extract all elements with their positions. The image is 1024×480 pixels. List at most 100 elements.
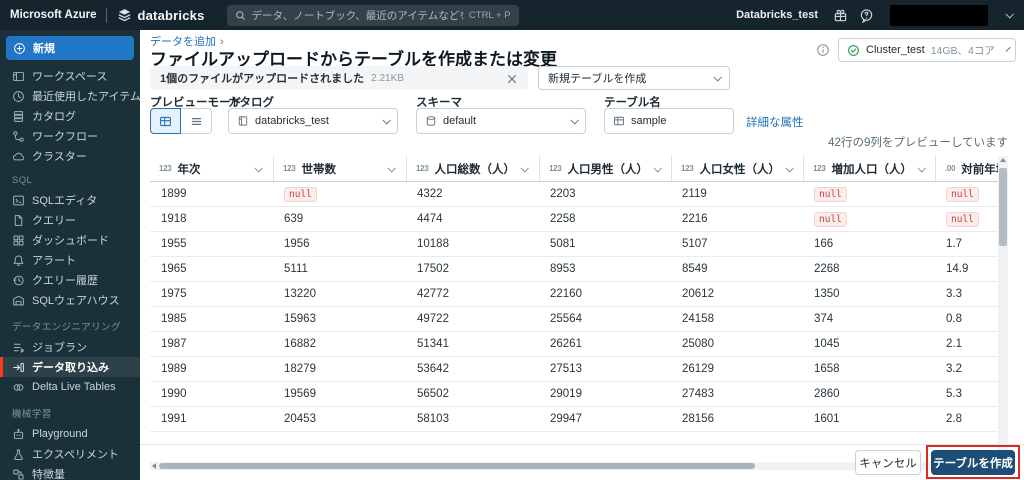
table-cell: 2.8 <box>946 413 962 425</box>
column-header-5[interactable]: 123 増加人口（人） <box>803 156 935 181</box>
sidebar-item-label: ダッシュボード <box>32 235 109 247</box>
scroll-up-icon[interactable] <box>1000 158 1006 162</box>
table-mode-select[interactable]: 新規テーブルを作成 <box>538 66 730 90</box>
sidebar-item-label: カタログ <box>32 111 76 123</box>
sidebar-item-history[interactable]: クエリー履歴 <box>0 270 140 290</box>
sidebar-item-label: クエリー履歴 <box>32 275 98 287</box>
databricks-logo[interactable]: databricks <box>117 8 204 23</box>
workspace-icon <box>13 71 24 81</box>
sidebar-item-sql-editor[interactable]: SQLエディタ <box>0 190 140 210</box>
table-cell: 25080 <box>682 338 714 350</box>
table-cell: 10188 <box>417 238 449 250</box>
column-header-6[interactable]: .00 対前年増加率 <box>935 156 998 181</box>
history-icon <box>13 275 24 285</box>
info-icon[interactable] <box>816 43 830 57</box>
sidebar-item-job-runs[interactable]: ジョブラン <box>0 337 140 357</box>
table-cell: 49722 <box>417 313 449 325</box>
table-row: 1985 15963 49722 25564 24158 374 0.8 <box>150 307 998 332</box>
sidebar-item-clock[interactable]: 最近使用したアイテム <box>0 86 140 106</box>
vertical-scroll-thumb[interactable] <box>999 168 1007 246</box>
column-header-0[interactable]: 123 年次 <box>150 156 273 181</box>
table-cell: null <box>273 186 406 202</box>
table-row: 1955 1956 10188 5081 5107 166 1.7 <box>150 232 998 257</box>
create-table-button[interactable]: テーブルを作成 <box>931 450 1015 475</box>
sidebar-item-query[interactable]: クエリー <box>0 210 140 230</box>
gift-icon[interactable] <box>832 7 848 23</box>
databricks-wordmark: databricks <box>137 7 205 23</box>
table-row: 1987 16882 51341 26261 25080 1045 2.1 <box>150 332 998 357</box>
vertical-scrollbar[interactable] <box>998 156 1008 462</box>
schema-select[interactable]: default <box>416 108 586 134</box>
cluster-selector[interactable]: Cluster_test 14GB、4コア <box>838 38 1016 62</box>
sidebar-item-workflow[interactable]: ワークフロー <box>0 126 140 146</box>
account-chevron-down-icon[interactable] <box>1005 10 1014 19</box>
table-cell: 25564 <box>550 313 582 325</box>
list-view-toggle[interactable] <box>181 108 212 134</box>
schema-icon <box>426 116 436 126</box>
column-menu-chevron-icon[interactable] <box>917 163 926 173</box>
table-cell: 2860 <box>814 388 840 400</box>
table-cell: 1601 <box>814 413 840 425</box>
user-account-redacted[interactable] <box>890 4 988 26</box>
column-header-1[interactable]: 123 世帯数 <box>273 156 406 181</box>
table-cell: 166 <box>814 238 834 250</box>
cluster-running-check-icon <box>848 44 859 56</box>
table-cell: null <box>935 211 998 227</box>
close-icon[interactable] <box>506 72 518 84</box>
warehouse-icon <box>13 295 24 305</box>
table-cell: 56502 <box>417 388 449 400</box>
column-menu-chevron-icon[interactable] <box>254 163 263 173</box>
column-menu-chevron-icon[interactable] <box>785 163 794 173</box>
catalog-icon <box>13 110 24 122</box>
delta-live-tables-icon <box>13 383 24 391</box>
table-view-toggle[interactable] <box>150 108 181 134</box>
scroll-left-icon[interactable] <box>152 463 156 469</box>
column-header-4[interactable]: 123 人口女性（人） <box>671 156 803 181</box>
sidebar-section-label: データエンジニアリング <box>12 322 121 333</box>
column-menu-chevron-icon[interactable] <box>653 163 662 173</box>
advanced-attributes-link[interactable]: 詳細な属性 <box>746 114 804 130</box>
table-row: 1965 5111 17502 8953 8549 2268 14.9 <box>150 257 998 282</box>
global-search-input[interactable]: データ、ノートブック、最近のアイテムなどを検索... CTRL + P <box>226 4 519 26</box>
sidebar-item-warehouse[interactable]: SQLウェアハウス <box>0 290 140 310</box>
table-cell: 8549 <box>682 263 708 275</box>
column-menu-chevron-icon[interactable] <box>387 163 396 173</box>
table-name-input[interactable]: sample <box>604 108 734 134</box>
table-cell: 51341 <box>417 338 449 350</box>
column-menu-chevron-icon[interactable] <box>520 163 529 173</box>
table-cell: 24158 <box>682 313 714 325</box>
cancel-button[interactable]: キャンセル <box>855 450 921 475</box>
sidebar-item-catalog[interactable]: カタログ <box>0 106 140 126</box>
column-type-icon: 123 <box>159 164 172 173</box>
column-name: 対前年増加率 <box>961 163 998 176</box>
sidebar-item-plus-circle[interactable]: 新規 <box>6 36 134 60</box>
sidebar-item-playground[interactable]: Playground <box>0 424 140 444</box>
column-header-2[interactable]: 123 人口総数（人） <box>406 156 539 181</box>
help-icon[interactable] <box>858 7 874 23</box>
dashboard-icon <box>13 235 24 245</box>
table-cell: 1987 <box>161 338 187 350</box>
table-cell: 5081 <box>550 238 576 250</box>
column-name: 人口女性（人） <box>699 163 780 176</box>
sidebar-item-data-ingestion[interactable]: データ取り込み <box>0 357 140 377</box>
sidebar-item-workspace[interactable]: ワークスペース <box>0 66 140 86</box>
catalog-icon <box>238 116 248 126</box>
table-cell: 0.8 <box>946 313 962 325</box>
sidebar-item-feature-store[interactable]: 特徴量 <box>0 464 140 480</box>
sidebar-item-cloud[interactable]: クラスター <box>0 146 140 166</box>
cluster-chevron-down-icon <box>1005 46 1011 52</box>
column-name: 年次 <box>177 163 201 176</box>
sidebar-section-label: 機械学習 <box>12 409 52 420</box>
table-cell: 16882 <box>284 338 316 350</box>
table-cell: 26261 <box>550 338 582 350</box>
catalog-select[interactable]: databricks_test <box>228 108 398 134</box>
table-icon <box>614 116 624 126</box>
plus-circle-icon <box>14 42 25 54</box>
column-type-icon: 123 <box>813 164 826 173</box>
sidebar-item-dashboard[interactable]: ダッシュボード <box>0 230 140 250</box>
sidebar-item-bell[interactable]: アラート <box>0 250 140 270</box>
column-header-3[interactable]: 123 人口男性（人） <box>539 156 671 181</box>
sidebar-item-experiment[interactable]: エクスペリメント <box>0 444 140 464</box>
sidebar-item-delta-live-tables[interactable]: Delta Live Tables <box>0 377 140 397</box>
horizontal-scroll-thumb[interactable] <box>159 463 755 469</box>
